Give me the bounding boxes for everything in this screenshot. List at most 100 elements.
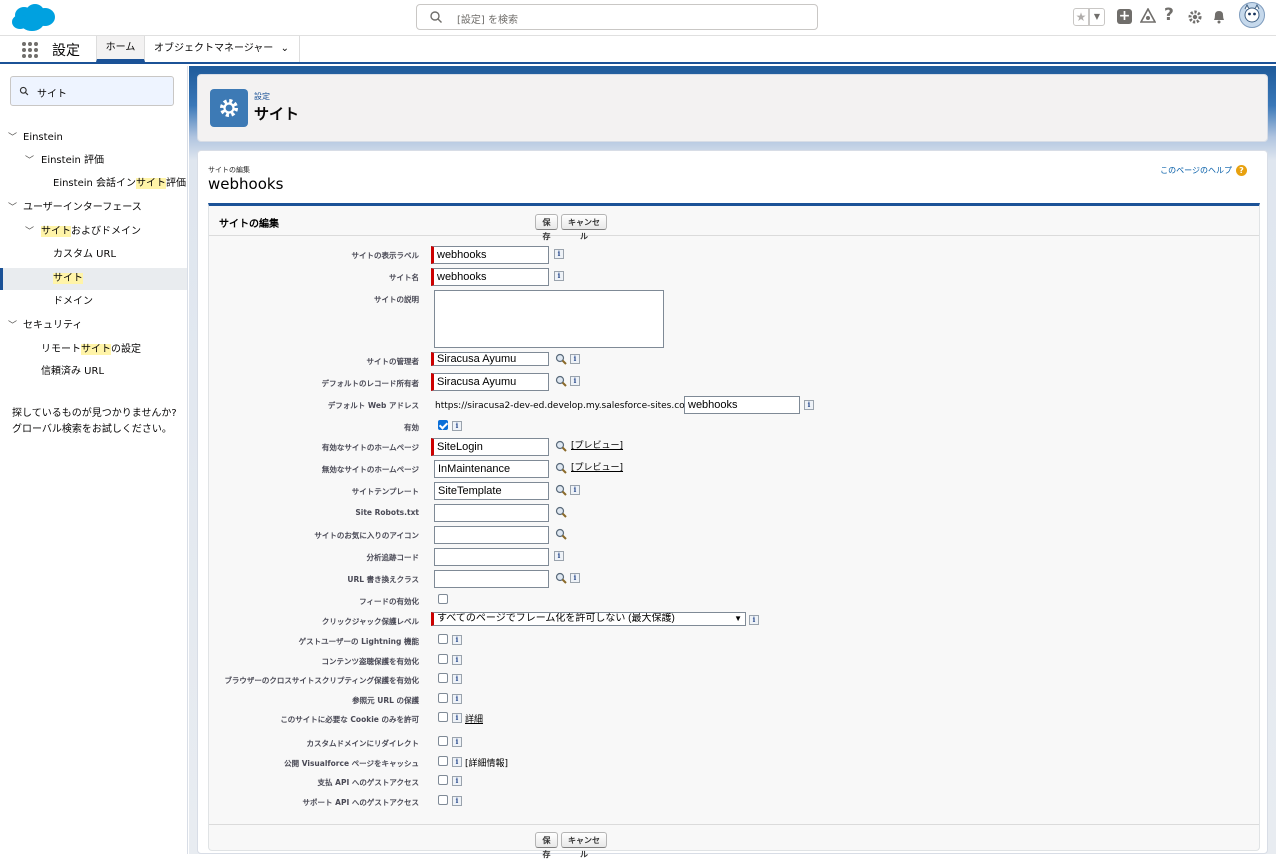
vf-cache-detail-link[interactable]: [詳細情報] <box>465 756 508 769</box>
not-found-hint: 探しているものが見つかりませんか? グローバル検索をお試しください。 <box>12 406 182 438</box>
info-icon[interactable]: i <box>452 674 462 684</box>
salesforce-logo[interactable] <box>10 3 56 33</box>
edit-block-title: サイトの編集 <box>219 219 279 230</box>
url-rewriter-input[interactable] <box>434 570 549 588</box>
default-owner-input[interactable]: Siracusa Ayumu <box>431 373 549 391</box>
global-actions-plus-icon[interactable]: + <box>1117 9 1132 24</box>
chevron-down-icon[interactable]: ﹀ <box>8 127 17 149</box>
tree-item-security[interactable]: ﹀ セキュリティ <box>0 315 187 337</box>
guest-lightning-checkbox[interactable] <box>438 634 448 644</box>
info-icon[interactable]: i <box>570 485 580 495</box>
info-icon[interactable]: i <box>452 655 462 665</box>
help-link-label: このページのヘルプ <box>1160 166 1232 175</box>
tree-item-sites-and-domains[interactable]: ﹀ サイトおよびドメイン <box>0 221 187 243</box>
global-search-input[interactable]: [設定] を検索 <box>416 4 818 30</box>
info-icon[interactable]: i <box>554 249 564 259</box>
cookie-checkbox[interactable] <box>438 712 448 722</box>
chevron-down-icon[interactable]: ﹀ <box>8 315 17 337</box>
site-description-textarea[interactable] <box>434 290 664 348</box>
site-admin-input[interactable]: Siracusa Ayumu <box>431 352 549 366</box>
cookie-detail-link[interactable]: 詳細 <box>465 712 483 725</box>
lookup-icon[interactable] <box>555 484 567 496</box>
site-template-input[interactable]: SiteTemplate <box>434 482 549 500</box>
record-subtitle: サイトの編集 <box>208 166 250 174</box>
info-icon[interactable]: i <box>452 737 462 747</box>
chevron-down-icon[interactable]: ﹀ <box>8 197 17 219</box>
redirect-checkbox[interactable] <box>438 736 448 746</box>
inactive-home-input[interactable]: InMaintenance <box>434 460 549 478</box>
info-icon[interactable]: i <box>452 694 462 704</box>
support-api-label: サポート API へのゲストアクセス <box>302 798 419 807</box>
content-sniff-label: コンテンツ盗聴保護を有効化 <box>321 657 420 666</box>
cancel-button-bottom[interactable]: キャンセル <box>561 832 607 859</box>
info-icon[interactable]: i <box>570 573 580 583</box>
favicon-input[interactable] <box>434 526 549 544</box>
tree-item-trusted-url[interactable]: 信頼済み URL <box>0 361 187 383</box>
payment-api-checkbox[interactable] <box>438 775 448 785</box>
analytics-input[interactable] <box>434 548 549 566</box>
info-icon[interactable]: i <box>749 615 759 625</box>
lookup-icon[interactable] <box>555 572 567 584</box>
content-sniff-checkbox[interactable] <box>438 654 448 664</box>
cancel-button[interactable]: キャンセル <box>561 214 607 241</box>
lookup-icon[interactable] <box>555 440 567 452</box>
feeds-checkbox[interactable] <box>438 594 448 604</box>
quick-find-input[interactable]: サイト <box>10 76 174 106</box>
active-checkbox[interactable] <box>438 420 448 430</box>
lookup-icon[interactable] <box>555 528 567 540</box>
info-icon[interactable]: i <box>554 551 564 561</box>
user-avatar[interactable] <box>1239 2 1265 28</box>
lookup-icon[interactable] <box>555 506 567 518</box>
help-icon[interactable]: ? <box>1164 5 1174 25</box>
info-icon[interactable]: i <box>570 354 580 364</box>
save-button[interactable]: 保存 <box>535 214 558 241</box>
info-icon[interactable]: i <box>452 635 462 645</box>
info-icon[interactable]: i <box>452 713 462 723</box>
tree-item-einstein-eval[interactable]: ﹀ Einstein 評価 <box>0 150 187 172</box>
lookup-icon[interactable] <box>555 353 567 365</box>
active-home-input[interactable]: SiteLogin <box>431 438 549 456</box>
site-label-input[interactable]: webhooks <box>431 246 549 264</box>
tree-item-domains[interactable]: ドメイン <box>0 291 187 313</box>
chevron-down-icon[interactable]: ﹀ <box>25 221 34 243</box>
notifications-bell-icon[interactable] <box>1211 8 1227 24</box>
info-icon[interactable]: i <box>452 796 462 806</box>
help-link[interactable]: このページのヘルプ? <box>1160 165 1247 176</box>
save-button-bottom[interactable]: 保存 <box>535 832 558 859</box>
info-icon[interactable]: i <box>452 776 462 786</box>
info-icon[interactable]: i <box>452 421 462 431</box>
tree-item-einstein-conversation-site[interactable]: Einstein 会話インサイト評価 <box>0 173 187 195</box>
tree-item-sites[interactable]: サイト <box>0 268 187 290</box>
app-launcher-icon[interactable] <box>22 42 38 58</box>
tree-item-remote-site-settings[interactable]: リモートサイトの設定 <box>0 339 187 361</box>
web-address-input[interactable]: webhooks <box>684 396 800 414</box>
lookup-icon[interactable] <box>555 375 567 387</box>
lookup-icon[interactable] <box>555 462 567 474</box>
chevron-down-icon[interactable]: ﹀ <box>25 150 34 172</box>
trailhead-icon[interactable] <box>1140 8 1156 24</box>
tab-home[interactable]: ホーム <box>96 36 145 62</box>
preview-link[interactable]: [プレビュー] <box>571 460 623 473</box>
info-icon[interactable]: i <box>554 271 564 281</box>
xss-checkbox[interactable] <box>438 673 448 683</box>
info-icon[interactable]: i <box>570 376 580 386</box>
breadcrumb[interactable]: 設定 <box>254 91 270 102</box>
favorites-star-icon[interactable]: ★ <box>1073 8 1089 26</box>
tab-object-manager[interactable]: オブジェクトマネージャー ⌄ <box>146 36 300 62</box>
setup-gear-icon[interactable] <box>1187 9 1203 25</box>
tree-item-user-interface[interactable]: ﹀ ユーザーインターフェース <box>0 197 187 219</box>
clickjack-select[interactable]: すべてのページでフレーム化を許可しない (最大保護) ▼ <box>431 612 746 626</box>
info-icon[interactable]: i <box>804 400 814 410</box>
site-name-input[interactable]: webhooks <box>431 268 549 286</box>
vf-cache-checkbox[interactable] <box>438 756 448 766</box>
info-icon[interactable]: i <box>452 757 462 767</box>
preview-link[interactable]: [プレビュー] <box>571 438 623 451</box>
tree-item-custom-url[interactable]: カスタム URL <box>0 244 187 266</box>
favorites-dropdown-icon[interactable]: ▼ <box>1089 8 1105 26</box>
inactive-home-label: 無効なサイトのホームページ <box>321 465 419 474</box>
referrer-checkbox[interactable] <box>438 693 448 703</box>
tree-item-einstein[interactable]: ﹀ Einstein <box>0 127 187 149</box>
support-api-checkbox[interactable] <box>438 795 448 805</box>
chevron-down-icon[interactable]: ⌄ <box>281 36 289 62</box>
robots-input[interactable] <box>434 504 549 522</box>
